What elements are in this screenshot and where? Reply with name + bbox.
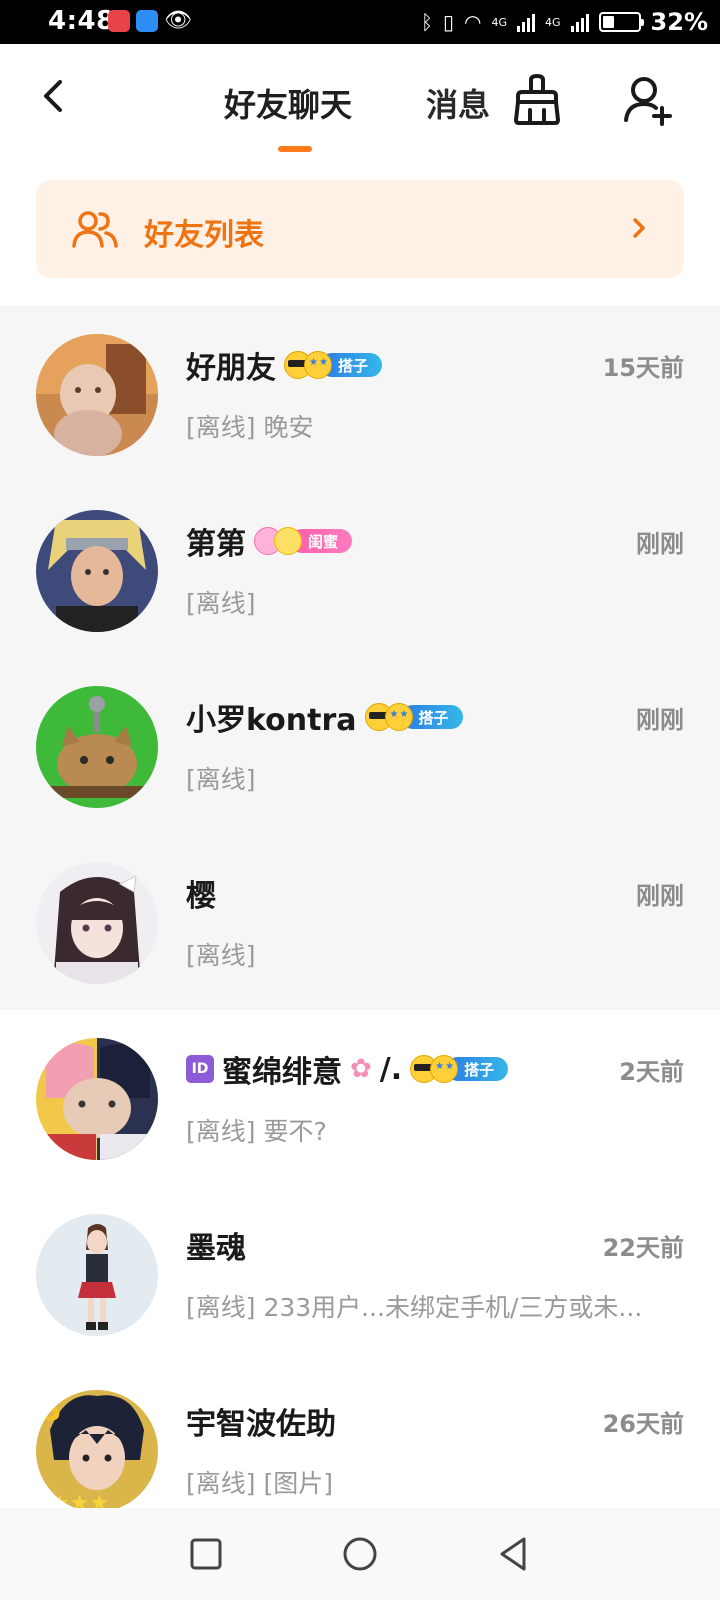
home-button[interactable]	[336, 1530, 384, 1578]
chat-row[interactable]: 墨魂 22天前 [离线] 233用户...未绑定手机/三方或未...	[0, 1186, 720, 1362]
avatar	[36, 510, 158, 632]
chat-row[interactable]: 樱 刚刚 [离线]	[0, 834, 720, 1010]
battery-fill	[602, 16, 614, 28]
chat-row[interactable]: 第第 闺蜜 刚刚 [离线]	[0, 482, 720, 658]
status-right: ᛒ ▯ ◠ 4G 4G 32%	[421, 6, 708, 38]
tab-messages[interactable]: 消息	[426, 80, 490, 126]
chat-row[interactable]: 好朋友 ★★ 搭子 15天前 [离线] 晚安	[0, 306, 720, 482]
chat-time: 刚刚	[636, 706, 684, 734]
chat-time: 刚刚	[636, 530, 684, 558]
chat-preview: [离线]	[186, 765, 256, 794]
chat-time: 刚刚	[636, 882, 684, 910]
chat-name: 小罗kontra	[186, 703, 357, 738]
network-label-1: 4G	[491, 15, 508, 29]
chat-name: 樱	[186, 879, 216, 914]
chat-preview: [离线] 要不?	[186, 1117, 327, 1146]
back-button[interactable]	[32, 74, 76, 118]
emoji-faces-icon: ★★	[284, 351, 332, 379]
signal-icon-2	[570, 12, 589, 32]
avatar	[36, 1038, 158, 1160]
broom-icon[interactable]	[512, 74, 562, 126]
network-label-2: 4G	[545, 15, 561, 29]
wifi-icon: ◠	[464, 10, 482, 34]
friend-list-label: 好友列表	[144, 218, 264, 253]
chat-name: 宇智波佐助	[186, 1407, 336, 1442]
avatar	[36, 1214, 158, 1336]
chat-name-line: 小罗kontra ★★ 搭子	[186, 696, 463, 738]
chat-name: 墨魂	[186, 1231, 246, 1266]
chat-time: 22天前	[602, 1234, 684, 1262]
chat-preview: [离线]	[186, 941, 256, 970]
status-bar: 4:48 👁 ᛒ ▯ ◠ 4G 4G 32%	[0, 0, 720, 44]
avatar	[36, 862, 158, 984]
status-time: 4:48	[48, 6, 115, 36]
relationship-badge: ★★ 搭子	[364, 703, 463, 731]
header: 好友聊天 消息	[0, 44, 720, 164]
avatar: S ★★★	[36, 1390, 158, 1512]
recent-apps-button[interactable]	[182, 1530, 230, 1578]
active-tab-indicator	[278, 146, 312, 152]
chat-name-line: 樱	[186, 872, 216, 914]
emoji-faces-icon: ★★	[410, 1055, 459, 1083]
signal-icon	[517, 12, 536, 32]
eye-icon: 👁	[164, 8, 192, 33]
chat-name-line: ID 蜜绵绯意 ✿ /. ★★ 搭子	[186, 1048, 509, 1090]
chat-preview: [离线] 233用户...未绑定手机/三方或未...	[186, 1293, 643, 1322]
relationship-badge: ★★ 搭子	[284, 351, 383, 379]
relationship-badge: 闺蜜	[254, 527, 353, 555]
chat-name-line: 宇智波佐助	[186, 1400, 336, 1442]
chat-preview: [离线] [图片]	[186, 1469, 333, 1498]
notification-weather-icon	[136, 10, 158, 32]
chat-name-line: 好朋友 ★★ 搭子	[186, 344, 383, 386]
add-user-icon[interactable]	[622, 74, 674, 126]
back-nav-button[interactable]	[490, 1530, 538, 1578]
vibrate-icon: ▯	[443, 10, 455, 34]
tab-friend-chat[interactable]: 好友聊天	[224, 80, 352, 126]
avatar	[36, 686, 158, 808]
battery-percent: 32%	[650, 8, 708, 36]
chat-name-line: 第第 闺蜜	[186, 520, 353, 562]
emoji-faces-icon: ★★	[364, 703, 413, 731]
chat-time: 15天前	[602, 354, 684, 382]
chat-preview: [离线]	[186, 589, 256, 618]
id-icon: ID	[186, 1055, 214, 1083]
battery-icon	[598, 12, 644, 32]
system-nav-bar	[0, 1508, 720, 1600]
svg-text:S: S	[40, 1393, 62, 1428]
chat-preview: [离线] 晚安	[186, 413, 314, 442]
avatar	[36, 334, 158, 456]
bluetooth-icon: ᛒ	[421, 10, 434, 34]
chat-time: 26天前	[602, 1410, 684, 1438]
chevron-right-icon	[633, 218, 645, 238]
relationship-badge: ★★ 搭子	[410, 1055, 509, 1083]
people-icon	[72, 211, 118, 248]
cherry-blossom-icon: ✿	[350, 1054, 372, 1084]
friend-list-entry[interactable]: 好友列表	[36, 180, 684, 278]
chat-list: 好朋友 ★★ 搭子 15天前 [离线] 晚安 第第 闺蜜 刚刚 [离线] 小罗k…	[0, 306, 720, 1538]
emoji-faces-icon	[254, 527, 302, 555]
chat-name-line: 墨魂	[186, 1224, 246, 1266]
chat-name-suffix: /.	[379, 1051, 403, 1087]
chat-row[interactable]: 小罗kontra ★★ 搭子 刚刚 [离线]	[0, 658, 720, 834]
chat-row[interactable]: ID 蜜绵绯意 ✿ /. ★★ 搭子 2天前 [离线] 要不?	[0, 1010, 720, 1186]
notification-app-icon	[108, 10, 130, 32]
chat-name: 第第	[186, 527, 246, 562]
chat-name: 蜜绵绯意	[222, 1055, 342, 1090]
chat-time: 2天前	[619, 1058, 684, 1086]
chat-name: 好朋友	[186, 351, 276, 386]
